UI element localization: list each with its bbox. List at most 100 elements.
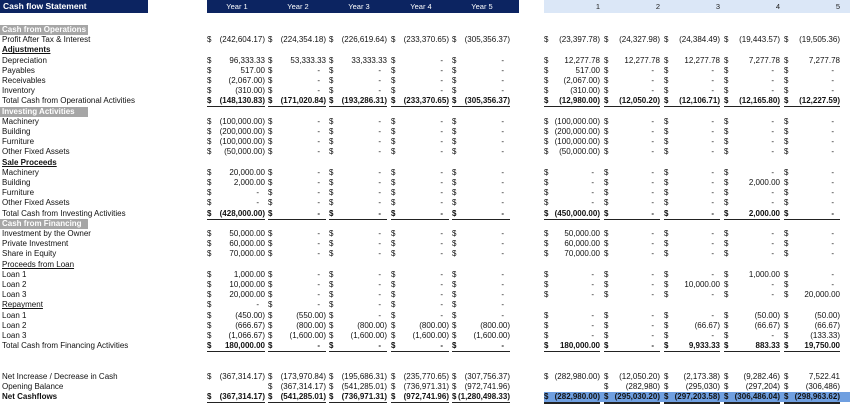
year-value-cell[interactable]: $ (972,741.96): [452, 382, 510, 392]
row-label[interactable]: Furniture: [2, 137, 34, 147]
year-value-cell[interactable]: $ -: [329, 239, 387, 249]
month-value-cell[interactable]: $ (24,384.49): [664, 35, 720, 45]
year-value-cell[interactable]: $ (541,285.01): [329, 382, 387, 392]
year-value-cell[interactable]: $ -: [329, 290, 387, 300]
year-value-cell[interactable]: $ (1,066.67): [207, 331, 265, 341]
year-value-cell[interactable]: $70,000.00: [207, 249, 265, 259]
month-value-cell[interactable]: $ -: [664, 117, 720, 127]
month-value-cell[interactable]: $ -: [604, 178, 660, 188]
row-label[interactable]: Machinery: [2, 117, 39, 127]
year-value-cell[interactable]: $ (200,000.00): [207, 127, 265, 137]
month-value-cell[interactable]: $ -: [664, 311, 720, 321]
month-value-cell[interactable]: $ -: [664, 188, 720, 198]
month-value-cell[interactable]: $ -: [544, 321, 600, 331]
month-value-cell[interactable]: $ -: [724, 147, 780, 157]
month-value-cell[interactable]: $12,277.78: [664, 56, 720, 66]
year-value-cell[interactable]: $ -: [268, 290, 326, 300]
row-label[interactable]: Repayment: [2, 300, 43, 310]
year-value-cell[interactable]: $ -: [268, 239, 326, 249]
year-value-cell[interactable]: $ -: [452, 66, 510, 76]
month-value-cell[interactable]: $ -: [604, 311, 660, 321]
month-value-cell[interactable]: $ -: [604, 229, 660, 239]
month-value-cell[interactable]: $ -: [784, 168, 840, 178]
month-value-cell[interactable]: [544, 382, 600, 392]
year-value-cell[interactable]: $ -: [329, 249, 387, 259]
month-value-cell[interactable]: $ -: [544, 198, 600, 208]
year-value-cell[interactable]: $60,000.00: [207, 239, 265, 249]
month-value-cell[interactable]: $ -: [664, 239, 720, 249]
year-value-cell[interactable]: $ -: [329, 178, 387, 188]
year-value-cell[interactable]: $ (736,971.31): [391, 382, 449, 392]
year-value-cell[interactable]: $ -: [452, 137, 510, 147]
year-value-cell[interactable]: $ -: [391, 147, 449, 157]
row-label[interactable]: Loan 1: [2, 270, 26, 280]
year-value-cell[interactable]: $ (666.67): [207, 321, 265, 331]
year-value-cell[interactable]: $ -: [391, 300, 449, 310]
month-value-cell[interactable]: $ (66.67): [724, 321, 780, 331]
month-value-cell[interactable]: $ (2,067.00): [544, 76, 600, 86]
year-value-cell[interactable]: $ -: [452, 229, 510, 239]
year-value-cell[interactable]: $ (307,756.37): [452, 372, 510, 382]
row-label[interactable]: Adjustments: [2, 45, 50, 55]
month-value-cell[interactable]: $ -: [664, 249, 720, 259]
month-value-cell[interactable]: $ -: [784, 76, 840, 86]
month-value-cell[interactable]: $ -: [604, 331, 660, 341]
year-value-cell[interactable]: $ -: [268, 86, 326, 96]
year-value-cell[interactable]: $517.00: [207, 66, 265, 76]
month-value-cell[interactable]: $ -: [604, 147, 660, 157]
year-value-cell[interactable]: $ -: [268, 76, 326, 86]
year-value-cell[interactable]: $ (235,770.65): [391, 372, 449, 382]
month-value-cell[interactable]: $ -: [544, 311, 600, 321]
month-value-cell[interactable]: $2,000.00: [724, 178, 780, 188]
year-value-cell[interactable]: $ (367,314.17): [207, 372, 265, 382]
year-value-cell[interactable]: $53,333.33: [268, 56, 326, 66]
year-value-cell[interactable]: $ (367,314.17): [268, 382, 326, 392]
year-value-cell[interactable]: $ -: [207, 198, 265, 208]
year-value-cell[interactable]: $ -: [329, 229, 387, 239]
month-value-cell[interactable]: $ -: [724, 249, 780, 259]
month-value-cell[interactable]: $20,000.00: [784, 290, 840, 300]
year-value-cell[interactable]: $ -: [391, 270, 449, 280]
year-value-cell[interactable]: $ (233,370.65): [391, 35, 449, 45]
year-value-cell[interactable]: $ -: [329, 168, 387, 178]
year-value-cell[interactable]: $ -: [268, 66, 326, 76]
year-value-cell[interactable]: $ -: [329, 117, 387, 127]
year-value-cell[interactable]: $ -: [329, 66, 387, 76]
month-value-cell[interactable]: $7,277.78: [784, 56, 840, 66]
month-value-cell[interactable]: $ (100,000.00): [544, 117, 600, 127]
year-value-cell[interactable]: $ (1,600.00): [268, 331, 326, 341]
year-value-cell[interactable]: $ (305,356.37): [452, 35, 510, 45]
year-value-cell[interactable]: $ -: [452, 127, 510, 137]
year-value-cell[interactable]: $ -: [452, 270, 510, 280]
year-value-cell[interactable]: $ -: [391, 86, 449, 96]
year-value-cell[interactable]: $ -: [329, 311, 387, 321]
year-value-cell[interactable]: $ -: [268, 178, 326, 188]
year-value-cell[interactable]: $ -: [452, 198, 510, 208]
month-value-cell[interactable]: $ -: [664, 331, 720, 341]
month-value-cell[interactable]: $ -: [604, 280, 660, 290]
month-value-cell[interactable]: $ -: [784, 147, 840, 157]
month-value-cell[interactable]: $ -: [724, 188, 780, 198]
month-value-cell[interactable]: $ (24,327.98): [604, 35, 660, 45]
year-value-cell[interactable]: $1,000.00: [207, 270, 265, 280]
month-value-cell[interactable]: $ -: [784, 270, 840, 280]
month-value-cell[interactable]: $ -: [724, 290, 780, 300]
month-value-cell[interactable]: $ (200,000.00): [544, 127, 600, 137]
row-label[interactable]: Machinery: [2, 168, 39, 178]
year-value-cell[interactable]: $ -: [268, 198, 326, 208]
month-value-cell[interactable]: $ -: [664, 178, 720, 188]
month-value-cell[interactable]: $ (9,282.46): [724, 372, 780, 382]
row-label[interactable]: Net Increase / Decrease in Cash: [2, 372, 118, 382]
year-value-cell[interactable]: $ -: [391, 117, 449, 127]
month-value-cell[interactable]: $ (23,397.78): [544, 35, 600, 45]
year-value-cell[interactable]: $ -: [268, 229, 326, 239]
row-label[interactable]: Loan 2: [2, 321, 26, 331]
month-value-cell[interactable]: $ (50.00): [724, 311, 780, 321]
year-value-cell[interactable]: $96,333.33: [207, 56, 265, 66]
month-value-cell[interactable]: $ -: [724, 331, 780, 341]
month-value-cell[interactable]: $ (50,000.00): [544, 147, 600, 157]
row-label[interactable]: Loan 1: [2, 311, 26, 321]
year-value-cell[interactable]: $ -: [452, 117, 510, 127]
year-value-cell[interactable]: $ (972,741.96): [391, 392, 449, 404]
month-value-cell[interactable]: $ -: [604, 239, 660, 249]
